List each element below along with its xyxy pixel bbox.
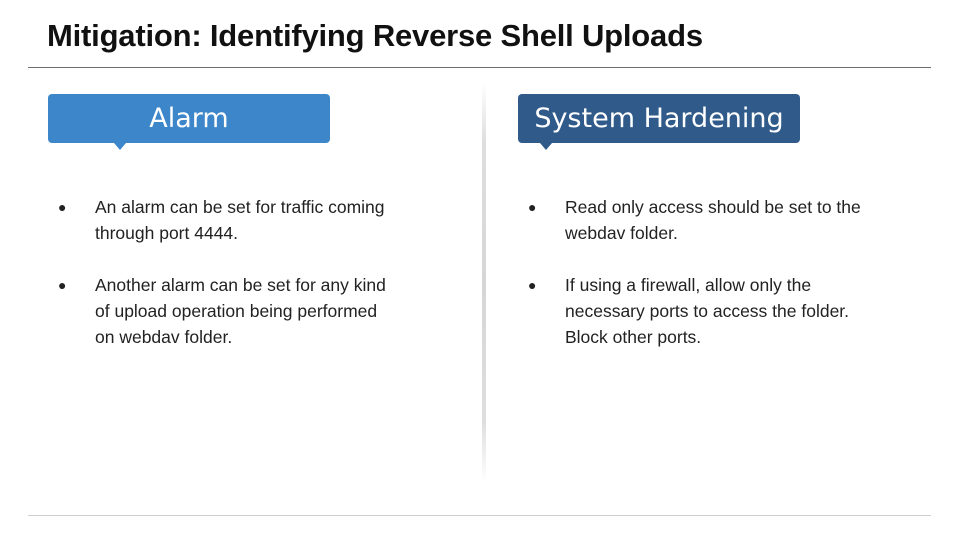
callout-tail (540, 143, 552, 150)
bullet-text: If using a firewall, allow only the nece… (565, 275, 850, 347)
bullet-text: Read only access should be set to the we… (565, 197, 861, 243)
alarm-bullet-list: ● An alarm can be set for traffic coming… (58, 194, 388, 376)
hardening-bullet-list: ● Read only access should be set to the … (528, 194, 883, 376)
slide: Mitigation: Identifying Reverse Shell Up… (0, 0, 960, 540)
footer-rule (28, 515, 931, 516)
list-item: ● Another alarm can be set for any kind … (58, 272, 388, 350)
bullet-text: Another alarm can be set for any kind of… (95, 275, 386, 347)
bullet-dot-icon: ● (58, 277, 67, 293)
list-item: ● An alarm can be set for traffic coming… (58, 194, 388, 246)
list-item: ● Read only access should be set to the … (528, 194, 883, 246)
bullet-dot-icon: ● (528, 199, 537, 215)
alarm-heading: Alarm (149, 103, 229, 134)
alarm-callout: Alarm (48, 94, 330, 150)
system-hardening-callout: System Hardening (518, 94, 800, 150)
bullet-dot-icon: ● (528, 277, 537, 293)
column-divider (482, 82, 486, 482)
system-hardening-heading: System Hardening (534, 103, 784, 134)
slide-title: Mitigation: Identifying Reverse Shell Up… (47, 18, 703, 53)
bullet-dot-icon: ● (58, 199, 67, 215)
list-item: ● If using a firewall, allow only the ne… (528, 272, 883, 350)
title-underline (28, 67, 931, 68)
callout-tail (114, 143, 126, 150)
bullet-text: An alarm can be set for traffic coming t… (95, 197, 385, 243)
